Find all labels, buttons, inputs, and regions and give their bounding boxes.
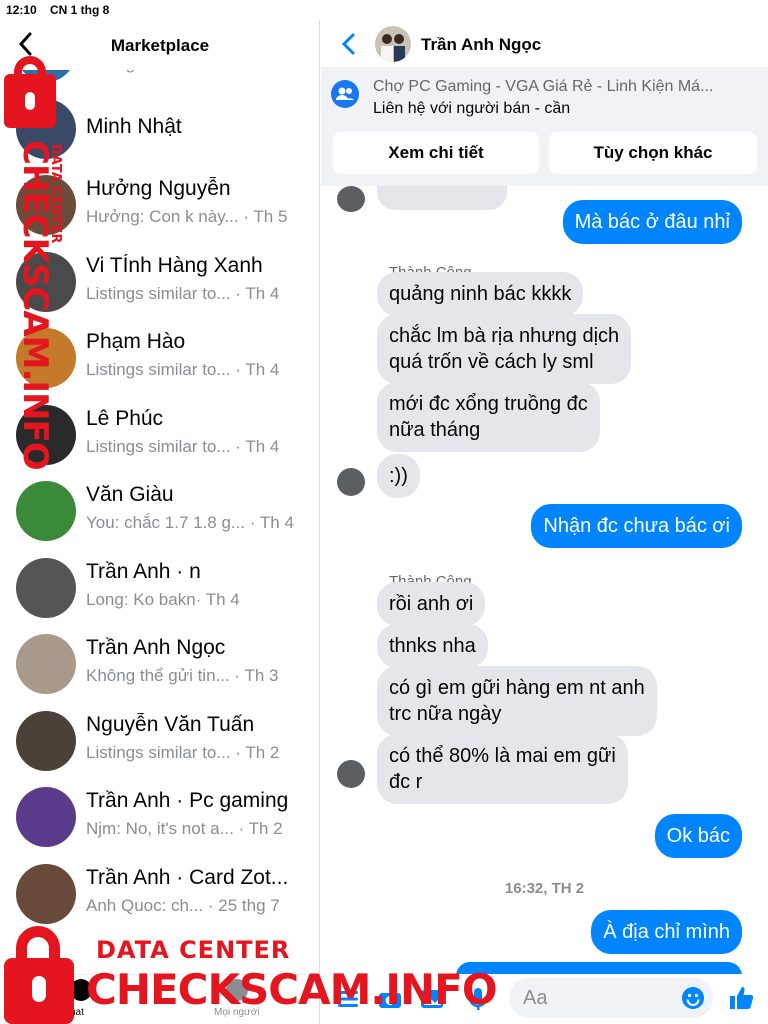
left-header: Marketplace (0, 20, 319, 70)
conversation-name: Minh Nhật (86, 114, 182, 138)
conversation-name: Trần Anh · n (86, 559, 201, 583)
avatar (337, 760, 365, 788)
incoming-message[interactable]: chắc lm bà rịa nhưng dịch quá trốn về các… (377, 314, 632, 384)
conversation-name: Vi TÍnh Hàng Xanh (86, 253, 263, 277)
conversation-preview: Listings similar to... · Th 4 (86, 436, 280, 456)
message-text: rồi anh ơi (389, 593, 474, 615)
avatar (16, 481, 76, 541)
status-bar: 12:10 CN 1 thg 8 (0, 0, 768, 1006)
view-details-button[interactable]: Xem chi tiết (333, 132, 539, 174)
conversation-preview: Long: Ko bakn· Th 4 (86, 589, 240, 609)
incoming-message[interactable]: mới đc xổng truồng đc nữa tháng (377, 382, 600, 452)
incoming-message[interactable]: rồi anh ơi (377, 582, 486, 626)
outgoing-message[interactable]: À địa chỉ mình (591, 910, 742, 954)
status-time: 12:10 (6, 3, 37, 17)
emoji-icon[interactable] (681, 986, 705, 1010)
conversation-name: Văn Giàu (86, 483, 174, 506)
conversation-row[interactable]: Nguyễn Văn Tuấn Listings similar to... · … (0, 703, 319, 779)
incoming-message[interactable]: quảng ninh bác kkkk (377, 272, 584, 316)
page-title: Marketplace (110, 36, 210, 55)
outgoing-message[interactable]: Mà bác ở đâu nhỉ (562, 200, 742, 244)
avatar (337, 468, 365, 496)
conversation-row[interactable]: Trần Anh · Card Zot... Anh Quoc: ch... · … (0, 856, 319, 932)
conversation-preview: Anh Quoc: ch... · 25 thg 7 (86, 895, 280, 915)
outgoing-message[interactable]: Nhận đc chưa bác ơi (531, 504, 742, 548)
message-text: đc r (389, 771, 423, 793)
conversation-preview: Listings similar to... · Th 4 (86, 283, 280, 303)
avatar (16, 557, 76, 618)
group-icon (331, 80, 359, 108)
conversation-name: Nguyễn Văn Tuấn (86, 712, 255, 736)
conversation-preview: Listings similar to... · Th 4 (86, 360, 280, 379)
incoming-message[interactable]: có gì em gữi hàng em nt anh trc nữa ngày (377, 666, 657, 736)
message-text: :)) (389, 465, 408, 487)
conversation-name: Hưởng Nguyễn (86, 177, 231, 200)
incoming-message[interactable]: :)) (377, 454, 420, 498)
back-icon[interactable] (339, 32, 359, 56)
more-options-button[interactable]: Tùy chọn khác (549, 132, 757, 174)
incoming-message[interactable]: thnks nha (377, 624, 488, 668)
message-text: nữa tháng (389, 419, 481, 441)
watermark-text: CHECKSCAM.INFO (86, 965, 498, 1014)
conversation-name: Trần Anh · Card Zot... (86, 865, 289, 889)
message-text: có gì em gữi hàng em nt anh (389, 677, 645, 699)
listing-subtitle: Liên hệ với người bán - cần (373, 100, 571, 117)
status-date: CN 1 thg 8 (50, 3, 110, 17)
listing-title[interactable]: Chợ PC Gaming - VGA Giá Rẻ - Linh Kiện M… (373, 78, 753, 96)
avatar (16, 710, 76, 771)
chat-contact-name[interactable]: Trần Anh Ngọc (421, 35, 541, 55)
watermark-text-vertical: CHECKSCAM.INFO (15, 140, 55, 470)
avatar (337, 186, 365, 212)
incoming-message[interactable]: có thể 80% là mai em gữi đc r (377, 734, 628, 804)
avatar (16, 787, 76, 847)
conversation-preview: Njm: No, it's not a... · Th 2 (86, 819, 283, 838)
message-text: quá trốn về cách ly sml (389, 351, 594, 373)
message-text: Nhận đc chưa bác ơi (543, 515, 730, 537)
avatar (16, 634, 76, 694)
watermark-subtext-vertical: DATA CENTER (48, 144, 63, 244)
conversation-name: Phạm Hào (86, 330, 186, 353)
conversation-preview: Listings similar to... · Th 2 (86, 742, 280, 762)
conversation-name: Trần Anh Ngọc (86, 636, 226, 659)
message-text: có thể 80% là mai em gữi (389, 745, 616, 767)
like-icon[interactable] (727, 984, 755, 1012)
message-text: Ok bác (666, 825, 730, 847)
incoming-message[interactable] (377, 186, 507, 210)
avatar (16, 863, 76, 924)
listing-banner: Chợ PC Gaming - VGA Giá Rẻ - Linh Kiện M… (321, 68, 768, 186)
conversation-preview: Không thể gửi tin... · Th 3 (86, 666, 279, 685)
message-text: Mà bác ở đâu nhỉ (574, 211, 730, 233)
message-text: quảng ninh bác kkkk (389, 283, 572, 305)
conversation-row[interactable]: Trần Anh · Pc gaming Njm: No, it's not a.… (0, 779, 319, 855)
message-text: chắc lm bà rịa nhưng dịch (389, 325, 620, 347)
message-text: trc nữa ngày (389, 703, 502, 725)
avatar[interactable] (375, 26, 411, 62)
conversation-row[interactable]: Trần Anh Ngọc Không thể gửi tin... · Th 3 (0, 626, 319, 702)
watermark-lock-icon (4, 74, 56, 128)
message-input[interactable]: Aa (509, 978, 713, 1018)
conversation-row[interactable]: Trần Anh · n Long: Ko bakn· Th 4 (0, 550, 319, 626)
message-timestamp: 16:32, TH 2 (504, 880, 585, 897)
watermark-lock-icon-bottom (4, 958, 74, 1024)
outgoing-message[interactable]: Ok bác (654, 814, 742, 858)
message-text: À địa chỉ mình (603, 921, 730, 943)
message-text: mới đc xổng truồng đc (389, 393, 588, 415)
watermark-subtext: DATA CENTER (96, 936, 291, 964)
message-input-placeholder: Aa (523, 987, 548, 1009)
conversation-name: Trần Anh · Pc gaming (86, 789, 289, 812)
conversation-name: Lê Phúc (86, 406, 164, 430)
conversation-row[interactable]: Văn Giàu You: chắc 1.7 1.8 g... · Th 4 (0, 473, 319, 549)
chat-header: Trần Anh Ngọc (321, 20, 768, 68)
conversation-preview: Hưởng: Con k này... · Th 5 (86, 207, 288, 226)
chat-pane: Trần Anh Ngọc Chợ PC Gaming - VGA Giá Rẻ… (321, 20, 768, 1024)
conversation-preview: You: chắc 1.7 1.8 g... · Th 4 (86, 513, 294, 532)
message-text: thnks nha (389, 635, 476, 657)
